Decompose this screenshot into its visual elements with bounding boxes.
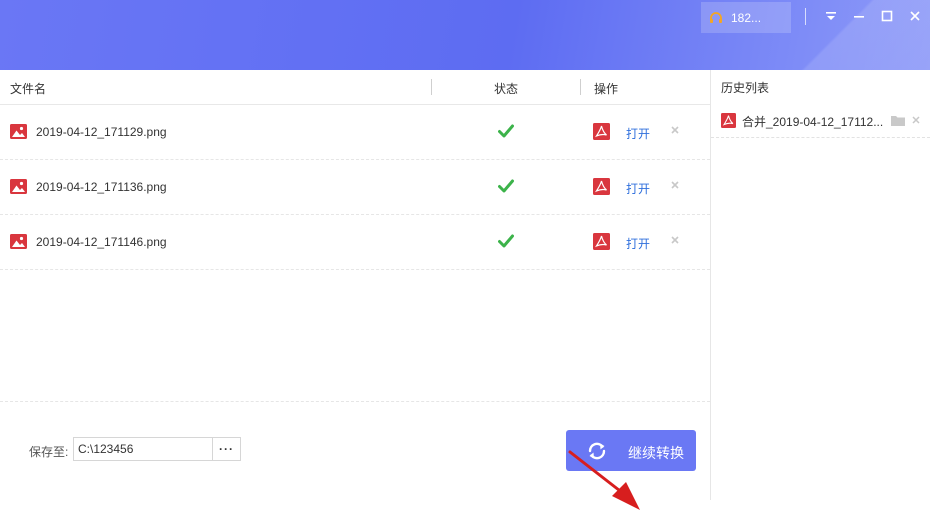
minimize-button[interactable] — [851, 8, 867, 24]
continue-convert-button[interactable]: 继续转换 — [566, 430, 696, 471]
image-file-icon — [10, 179, 27, 194]
browse-folder-button[interactable]: ··· — [212, 438, 240, 460]
table-row: 2019-04-12_171146.png 打开 — [0, 215, 710, 270]
dropdown-menu-icon — [826, 12, 836, 20]
remove-history-icon[interactable] — [911, 115, 921, 125]
refresh-icon — [588, 442, 606, 460]
success-check-icon — [498, 124, 514, 138]
close-button[interactable] — [907, 8, 923, 24]
history-title: 历史列表 — [721, 81, 770, 95]
pdf-file-icon[interactable] — [593, 233, 610, 250]
title-bar: 182... — [0, 0, 930, 70]
column-divider[interactable] — [431, 79, 432, 95]
titlebar-separator — [805, 8, 806, 25]
open-file-link[interactable]: 打开 — [626, 180, 650, 197]
image-file-icon — [10, 124, 27, 139]
minimize-icon — [854, 16, 864, 18]
success-check-icon — [498, 234, 514, 248]
history-panel: 历史列表 合并_2019-04-12_17112... — [710, 70, 930, 500]
header-status: 状态 — [494, 82, 519, 96]
pdf-file-icon[interactable] — [593, 178, 610, 195]
remove-row-icon[interactable] — [669, 234, 681, 246]
dropdown-menu-button[interactable] — [823, 8, 839, 24]
user-label: 182... — [731, 10, 762, 25]
footer-divider — [0, 401, 710, 402]
save-path-input[interactable] — [74, 438, 212, 460]
pdf-file-icon[interactable] — [593, 123, 610, 140]
header-filename: 文件名 — [10, 82, 47, 96]
table-row: 2019-04-12_171136.png 打开 — [0, 160, 710, 215]
file-name: 2019-04-12_171146.png — [36, 235, 167, 249]
continue-convert-label: 继续转换 — [628, 445, 684, 461]
file-name: 2019-04-12_171129.png — [36, 125, 167, 139]
table-row: 2019-04-12_171129.png 打开 — [0, 105, 710, 160]
open-folder-icon[interactable] — [891, 115, 905, 126]
image-file-icon — [10, 234, 27, 249]
header-action: 操作 — [594, 82, 619, 96]
open-file-link[interactable]: 打开 — [626, 235, 650, 252]
history-item-name: 合并_2019-04-12_17112... — [742, 115, 884, 129]
save-location-label: 保存至: — [29, 445, 69, 459]
maximize-icon — [881, 10, 893, 22]
history-list-item[interactable]: 合并_2019-04-12_17112... — [711, 105, 930, 138]
save-path-field: ··· — [73, 437, 241, 461]
maximize-button[interactable] — [879, 8, 895, 24]
column-divider[interactable] — [580, 79, 581, 95]
table-header: 文件名 状态 操作 — [0, 70, 710, 105]
headset-icon — [710, 11, 722, 23]
user-account-button[interactable]: 182... — [701, 2, 791, 33]
file-name: 2019-04-12_171136.png — [36, 180, 167, 194]
open-file-link[interactable]: 打开 — [626, 125, 650, 142]
remove-row-icon[interactable] — [669, 124, 681, 136]
success-check-icon — [498, 179, 514, 193]
remove-row-icon[interactable] — [669, 179, 681, 191]
file-list-panel: 文件名 状态 操作 2019-04-12_171129.png 打开 2019-… — [0, 70, 710, 510]
close-icon — [910, 11, 920, 21]
pdf-file-icon — [721, 113, 736, 128]
